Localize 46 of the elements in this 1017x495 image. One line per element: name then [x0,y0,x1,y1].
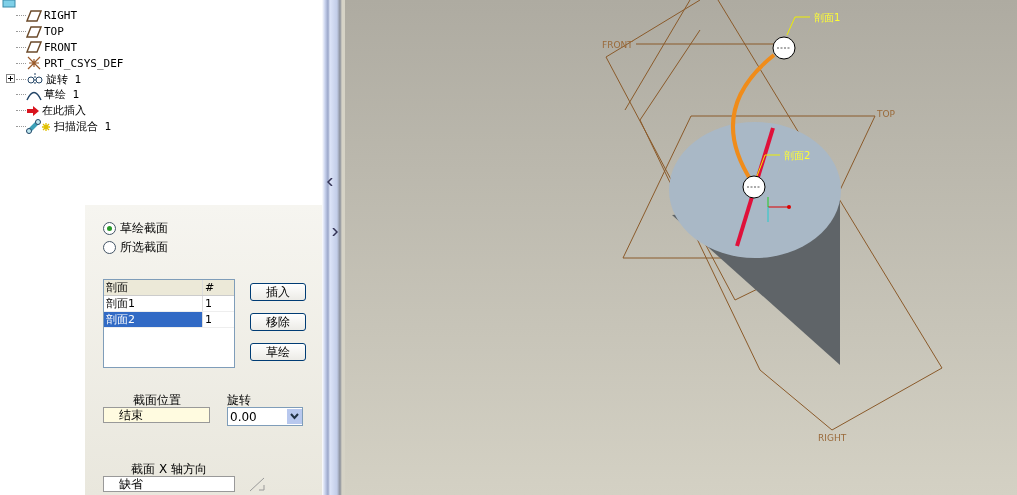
tree-item[interactable]: RIGHT [44,9,78,23]
position-field[interactable]: 结束 [103,407,210,423]
sweep-blend-icon [26,118,52,135]
datum-plane-icon [26,25,42,38]
plane-label: RIGHT [818,433,847,443]
axis-marker-icon [767,196,791,223]
leader-line [786,16,811,36]
radio-button[interactable] [103,222,116,235]
direction-field[interactable]: 缺省 [103,476,235,492]
field-label: 截面 X 轴方向 [130,463,208,476]
section-point [742,175,766,199]
tree-item[interactable]: TOP [44,25,64,39]
rotation-dropdown[interactable]: 0.00 [227,407,303,426]
arrow-icon [26,104,40,117]
radio-label[interactable]: 草绘截面 [120,220,168,237]
tree-item[interactable]: 在此插入 [42,103,86,119]
table-row[interactable]: 剖面2 [104,312,202,327]
table-cell: 1 [202,312,234,327]
revolve-icon [26,73,44,86]
column-header: # [202,280,234,295]
table-cell: 1 [202,296,234,311]
tree-item[interactable]: PRT_CSYS_DEF [44,56,124,70]
section-label: 剖面1 [814,12,841,23]
tree-item[interactable]: 旋转 1 [46,71,82,87]
field-label: 旋转 [227,394,252,407]
coordinate-system-icon [26,56,42,71]
dialog-button[interactable]: 插入 [250,283,306,301]
expand-toggle[interactable] [6,72,15,86]
datum-plane-icon [26,9,42,22]
dialog-button[interactable]: 草绘 [250,343,306,361]
field-label: 截面位置 [131,394,182,407]
tree-item[interactable]: 扫描混合 1 [54,118,112,134]
radio-button[interactable] [103,241,116,254]
plane-label: TOP [877,109,895,119]
radio-label[interactable]: 所选截面 [120,239,168,256]
datum-plane-icon [26,41,42,54]
column-header: 剖面 [105,280,129,295]
dialog-button[interactable]: 移除 [250,313,306,331]
tree-item[interactable]: 草绘 1 [44,87,80,103]
table-row[interactable]: 剖面1 [104,296,202,311]
part-icon [2,0,16,8]
section-point [772,36,796,60]
dropdown-icon[interactable] [287,409,302,424]
leader-line [756,154,781,177]
tree-item[interactable]: FRONT [44,41,78,54]
section-label: 剖面2 [784,150,811,161]
